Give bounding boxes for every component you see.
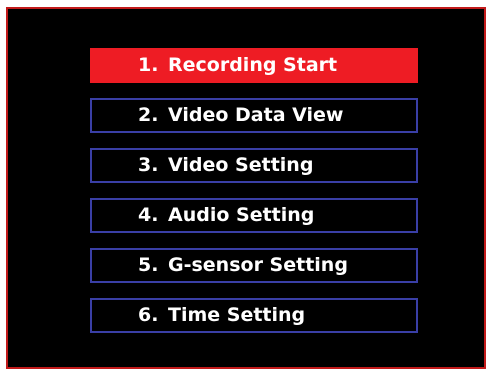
menu-item-label: Time Setting bbox=[168, 304, 306, 326]
menu-item-label: Recording Start bbox=[168, 54, 338, 76]
menu-item-label: Video Setting bbox=[168, 154, 314, 176]
menu-item-audio-setting[interactable]: 4. Audio Setting bbox=[90, 198, 418, 233]
menu-item-number: 3. bbox=[138, 154, 159, 176]
menu-item-video-setting[interactable]: 3. Video Setting bbox=[90, 148, 418, 183]
menu-item-number: 5. bbox=[138, 254, 159, 276]
menu-item-recording-start[interactable]: 1. Recording Start bbox=[90, 48, 418, 83]
menu-item-number: 6. bbox=[138, 304, 159, 326]
menu-item-video-data-view[interactable]: 2. Video Data View bbox=[90, 98, 418, 133]
menu-item-number: 2. bbox=[138, 104, 159, 126]
menu-item-label: Video Data View bbox=[168, 104, 344, 126]
main-menu: 1. Recording Start 2. Video Data View 3. Vi… bbox=[90, 48, 418, 348]
menu-item-g-sensor-setting[interactable]: 5. G-sensor Setting bbox=[90, 248, 418, 283]
menu-item-label: G-sensor Setting bbox=[168, 254, 348, 276]
device-screen: 1. Recording Start 2. Video Data View 3. Vi… bbox=[6, 7, 486, 369]
menu-item-time-setting[interactable]: 6. Time Setting bbox=[90, 298, 418, 333]
menu-item-number: 1. bbox=[138, 54, 159, 76]
menu-item-number: 4. bbox=[138, 204, 159, 226]
menu-item-label: Audio Setting bbox=[168, 204, 315, 226]
